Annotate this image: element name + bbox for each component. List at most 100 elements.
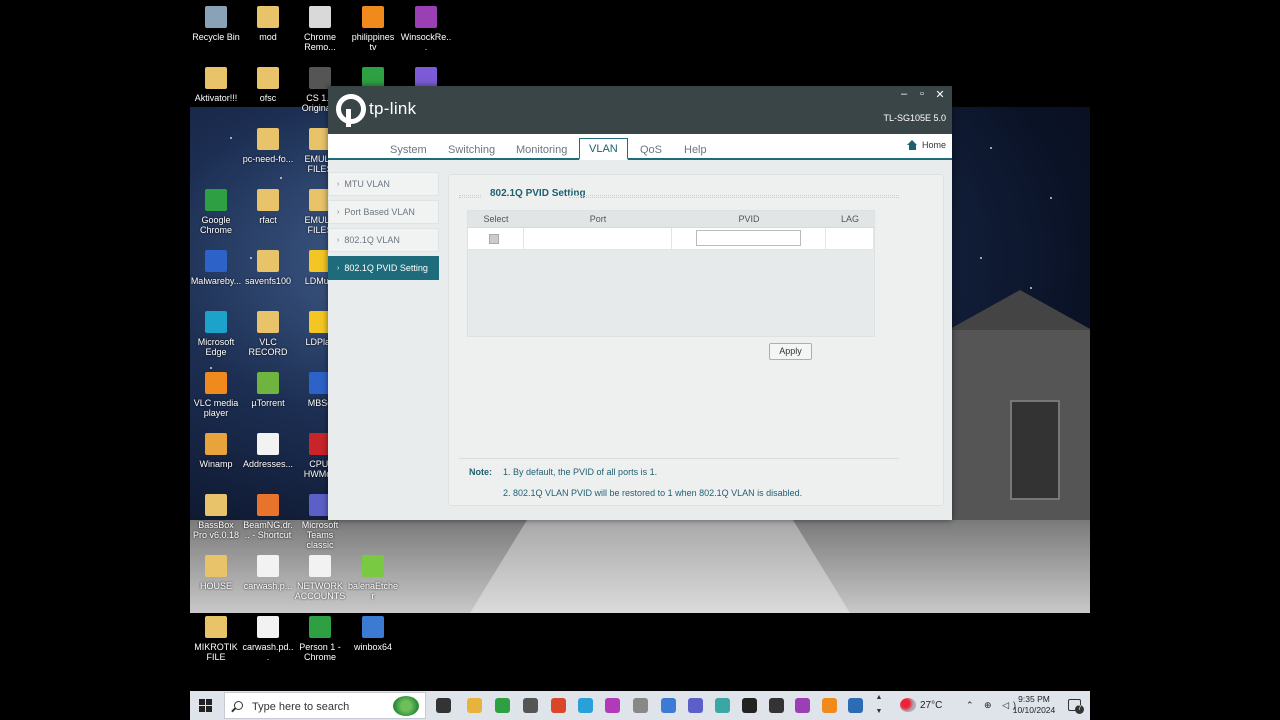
sidebar-item-label: MTU VLAN <box>344 179 390 189</box>
sidebar-item-8021q-vlan[interactable]: › 802.1Q VLAN <box>328 228 439 252</box>
telegram-icon[interactable] <box>578 698 593 713</box>
weather-icon[interactable] <box>900 698 916 712</box>
clock[interactable]: 9:35 PM 10/10/2024 <box>1009 694 1059 716</box>
sidebar-item-mtu-vlan[interactable]: › MTU VLAN <box>328 172 439 196</box>
camera-icon[interactable] <box>523 698 538 713</box>
house-door <box>1010 400 1060 500</box>
note-label: Note: <box>469 467 492 477</box>
app-purple-icon[interactable] <box>605 698 620 713</box>
tab-switching[interactable]: Switching <box>442 142 501 158</box>
vlc-icon[interactable] <box>822 698 837 713</box>
apply-button[interactable]: Apply <box>769 343 812 360</box>
desktop-icon[interactable]: Winamp <box>190 427 242 469</box>
desktop-icon[interactable]: NETWORK ACCOUNTS <box>294 549 346 601</box>
pvid-input[interactable] <box>696 230 801 246</box>
desktop-icon-label: carwash.p... <box>243 581 293 591</box>
desktop-icon-label: ofsc <box>259 93 277 103</box>
temperature[interactable]: 27°C <box>920 700 942 711</box>
tab-qos[interactable]: QoS <box>634 142 668 158</box>
app-red-icon[interactable] <box>551 698 566 713</box>
tab-monitoring[interactable]: Monitoring <box>510 142 573 158</box>
app-icon <box>205 311 227 333</box>
home-link[interactable]: Home <box>906 140 946 150</box>
desktop-icon-label: pc-need-fo... <box>242 154 294 164</box>
taskbar-search[interactable]: Type here to search <box>224 692 426 719</box>
app-icon <box>309 555 331 577</box>
tray-overflow-icon[interactable]: ▲ ▼ <box>874 691 884 720</box>
desktop-icon[interactable]: VLC media player <box>190 366 242 418</box>
desktop-icon[interactable]: ofsc <box>242 61 294 103</box>
settings-icon[interactable] <box>769 698 784 713</box>
desktop-icon[interactable]: Malwareby... <box>190 244 242 286</box>
desktop-icon-label: philippines tv <box>351 32 395 52</box>
pvid-table: Select Port PVID LAG <box>467 210 875 337</box>
desktop-icon[interactable]: Microsoft Edge <box>190 305 242 357</box>
desktop-icon[interactable]: philippines tv <box>347 0 399 52</box>
sidebar-item-8021q-pvid-setting[interactable]: › 802.1Q PVID Setting <box>328 256 439 280</box>
desktop-icon-label: carwash.pd... <box>242 642 294 662</box>
desktop-icon[interactable]: BeamNG.dr... - Shortcut <box>242 488 294 540</box>
desktop-icon[interactable]: Person 1 - Chrome <box>294 610 346 662</box>
terminal-icon[interactable] <box>742 698 757 713</box>
sidebar: › MTU VLAN › Port Based VLAN › 802.1Q VL… <box>328 172 439 284</box>
desktop-icon[interactable]: carwash.pd... <box>242 610 294 662</box>
desktop-icon[interactable]: WinsockRe... <box>400 0 452 52</box>
desktop-icon[interactable]: MIKROTIK FILE <box>190 610 242 662</box>
desktop-icon-label: BeamNG.dr... - Shortcut <box>243 520 293 540</box>
app-icon <box>205 67 227 89</box>
app-icon <box>309 616 331 638</box>
home-icon <box>906 140 918 150</box>
app-icon <box>257 616 279 638</box>
nav-bar: System Switching Monitoring VLAN QoS Hel… <box>328 134 952 160</box>
street-light <box>470 520 850 613</box>
file-explorer-icon[interactable] <box>467 698 482 713</box>
desktop-icon[interactable]: Addresses... <box>242 427 294 469</box>
desktop-icon-label: Winamp <box>199 459 233 469</box>
sidebar-item-port-based-vlan[interactable]: › Port Based VLAN <box>328 200 439 224</box>
app-grey-icon[interactable] <box>633 698 648 713</box>
app-icon <box>205 250 227 272</box>
app-icon <box>257 250 279 272</box>
select-all-checkbox[interactable] <box>489 234 499 244</box>
minimize-button[interactable]: – <box>898 88 910 101</box>
chrome-icon[interactable] <box>495 698 510 713</box>
desktop-icon[interactable]: carwash.p... <box>242 549 294 591</box>
desktop-icon[interactable]: HOUSE <box>190 549 242 591</box>
tplink-logo: tp-link <box>336 94 416 127</box>
desktop-icon[interactable]: rfact <box>242 183 294 225</box>
tab-help[interactable]: Help <box>678 142 713 158</box>
desktop-icon-label: Aktivator!!! <box>194 93 238 103</box>
windows-start-icon[interactable] <box>199 699 212 712</box>
tab-vlan[interactable]: VLAN <box>579 138 628 160</box>
desktop-icon[interactable]: Chrome Remo... <box>294 0 346 52</box>
teams-icon[interactable] <box>688 698 703 713</box>
desktop-icon[interactable]: µTorrent <box>242 366 294 408</box>
task-view-icon[interactable] <box>436 698 451 713</box>
desktop-icon[interactable]: savenfs100 <box>242 244 294 286</box>
app-teal-icon[interactable] <box>715 698 730 713</box>
table-cell-select <box>468 228 524 250</box>
desktop-icon[interactable]: balenaEtcher <box>347 549 399 601</box>
search-placeholder: Type here to search <box>252 701 350 713</box>
app-icon <box>257 555 279 577</box>
app-icon <box>257 128 279 150</box>
window-controls: – ▫ ✕ <box>898 88 946 101</box>
maximize-button[interactable]: ▫ <box>916 88 928 101</box>
desktop-icon[interactable]: winbox64 <box>347 610 399 652</box>
desktop-icon[interactable]: Google Chrome <box>190 183 242 235</box>
column-header-lag: LAG <box>826 211 874 228</box>
desktop-icon[interactable]: BassBox Pro v6.0.18 <box>190 488 242 540</box>
close-button[interactable]: ✕ <box>934 88 946 101</box>
app-monitor-icon[interactable] <box>848 698 863 713</box>
desktop-icon[interactable]: Aktivator!!! <box>190 61 242 103</box>
tab-system[interactable]: System <box>384 142 433 158</box>
desktop-icon[interactable]: pc-need-fo... <box>242 122 294 164</box>
search-highlight-icon <box>393 696 419 716</box>
desktop-icon[interactable]: mod <box>242 0 294 42</box>
desktop-icon[interactable]: VLC RECORD <box>242 305 294 357</box>
winrar-icon[interactable] <box>795 698 810 713</box>
tplink-logo-icon <box>336 94 366 127</box>
note-text: 1. By default, the PVID of all ports is … <box>503 467 658 477</box>
desktop-icon[interactable]: Recycle Bin <box>190 0 242 42</box>
app-blue-icon[interactable] <box>661 698 676 713</box>
